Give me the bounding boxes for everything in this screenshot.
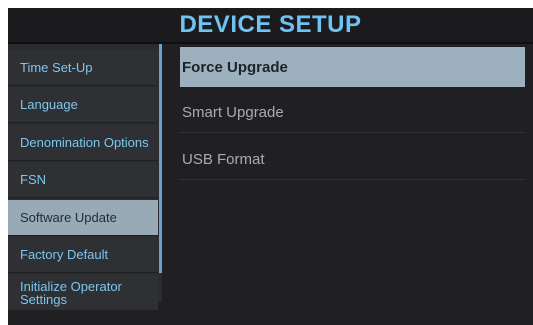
option-force-upgrade[interactable]: Force Upgrade [180,47,525,87]
option-smart-upgrade[interactable]: Smart Upgrade [180,93,525,133]
sidebar-item-label: Factory Default [20,247,109,262]
sidebar-item-language[interactable]: Language [8,87,158,123]
sidebar-item-initialize-operator-settings[interactable]: Initialize Operator Settings [8,275,158,311]
device-screen: DEVICE SETUP Time Set-Up Language Denomi… [8,8,533,325]
sidebar-item-fsn[interactable]: FSN [8,162,158,198]
sidebar-scrollbar[interactable] [159,44,162,273]
sidebar-item-label: Software Update [20,210,117,225]
sidebar-item-factory-default[interactable]: Factory Default [8,237,158,273]
option-label: Smart Upgrade [182,104,284,121]
sidebar-item-label: Time Set-Up [20,60,93,75]
sidebar-item-software-update[interactable]: Software Update [8,200,158,236]
option-label: Force Upgrade [182,58,288,76]
sidebar-item-label: Initialize Operator Settings [20,278,122,307]
main-panel: Force Upgrade Smart Upgrade USB Format [180,44,525,302]
sidebar-item-label: FSN [20,172,46,187]
sidebar-item-label: Language [20,97,78,112]
sidebar-item-time-setup[interactable]: Time Set-Up [8,50,158,86]
sidebar: Time Set-Up Language Denomination Option… [8,44,162,311]
option-usb-format[interactable]: USB Format [180,140,525,180]
sidebar-item-label: Denomination Options [20,135,149,150]
sidebar-item-denomination-options[interactable]: Denomination Options [8,125,158,161]
page-title: DEVICE SETUP [179,11,362,38]
option-label: USB Format [182,151,265,168]
title-bar: DEVICE SETUP [8,8,533,42]
